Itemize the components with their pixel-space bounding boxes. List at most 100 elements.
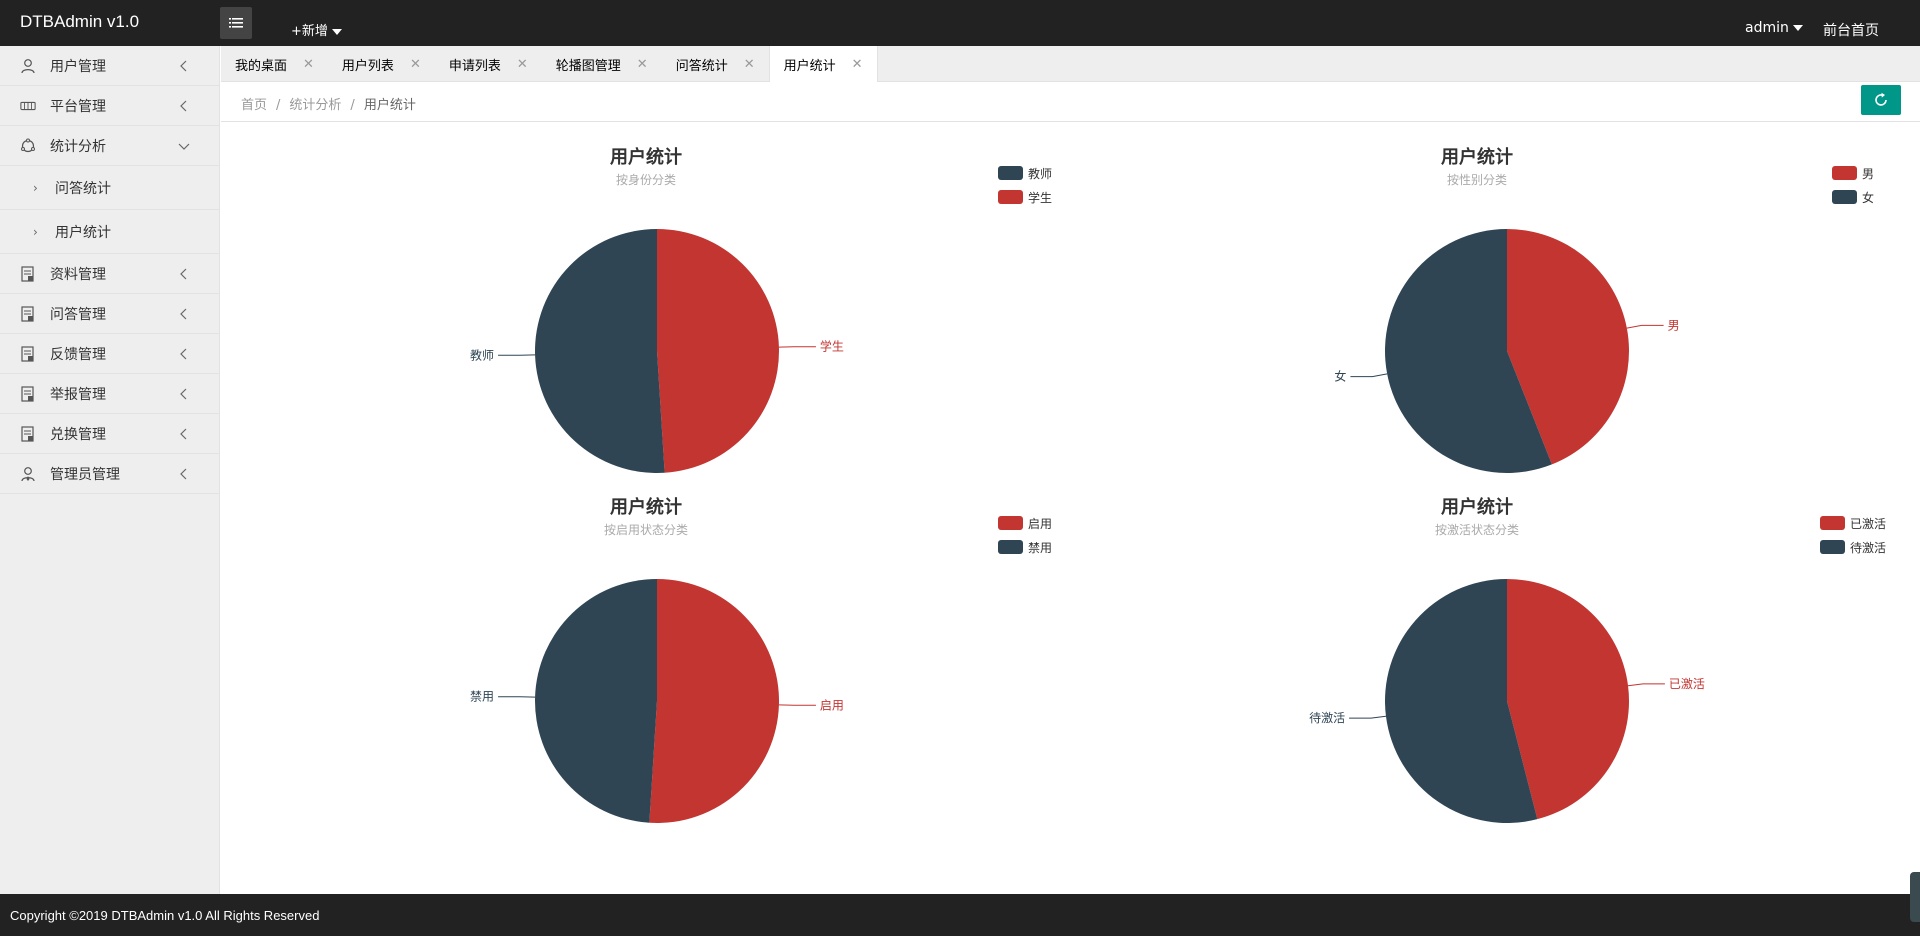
front-page-link[interactable]: 前台首页 [1823,20,1879,40]
sidebar-item-label: 管理员管理 [50,466,120,483]
sidebar-item-label: 兑换管理 [50,426,106,443]
sidebar-subitem-user-stats[interactable]: › 用户统计 [0,210,219,254]
sidebar-item-feedback-management[interactable]: 反馈管理 [0,334,219,374]
chevron-down-icon [178,143,190,150]
sidebar-item-label: 问答管理 [50,306,106,323]
slice-label: 待激活 [1309,711,1345,725]
breadcrumb-home[interactable]: 首页 [241,98,267,113]
add-new-dropdown[interactable]: +新增 [291,20,342,39]
doc-icon [20,425,36,442]
slice-label: 女 [1334,369,1346,384]
caret-down-icon [1792,25,1803,31]
sidebar: 用户管理 平台管理 统计分析 › 问答统计 › 用户统计 资料管理 问答管理 反… [0,46,220,894]
breadcrumb-bar: 首页 / 统计分析 / 用户统计 [221,82,1920,122]
slice-label: 男 [1668,318,1680,332]
chevron-left-icon [180,268,187,280]
tab-user-list[interactable]: 用户列表 ✕ [328,46,435,82]
app-logo: DTBAdmin v1.0 [20,12,140,31]
refresh-icon [1875,92,1887,106]
sidebar-item-material-management[interactable]: 资料管理 [0,254,219,294]
sidebar-item-platform-management[interactable]: 平台管理 [0,86,219,126]
sidebar-item-statistics[interactable]: 统计分析 [0,126,219,166]
breadcrumb-separator: / [350,98,355,113]
breadcrumb-separator: / [276,98,281,113]
doc-icon [20,385,36,402]
slice-label-line [1626,324,1664,329]
user-icon [20,58,36,74]
pie-chart-gender: 用户统计 按性别分类 男 女 男女 [1071,123,1920,473]
pie-plot: 已激活待激活 [1309,579,1705,823]
tab-user-stats[interactable]: 用户统计 ✕ [768,46,878,83]
chevron-left-icon [180,100,187,112]
close-icon[interactable]: ✕ [744,57,755,72]
chevron-left-icon [180,468,187,480]
pie-slice[interactable] [535,579,657,823]
doc-icon [20,345,36,362]
tab-label: 用户统计 [783,59,836,74]
close-icon[interactable]: ✕ [303,57,314,72]
pie-chart-enabled-status: 用户统计 按启用状态分类 启用 禁用 启用 禁用 [221,473,1071,823]
close-icon[interactable]: ✕ [852,57,863,72]
page-tabs: 我的桌面 ✕ 用户列表 ✕ 申请列表 ✕ 轮播图管理 ✕ 问答统计 ✕ 用户统计 ✕ [221,46,1920,83]
slice-label: 教师 [470,347,494,362]
chevron-left-icon [180,60,187,72]
sidebar-item-label: 平台管理 [50,98,106,115]
tab-label: 申请列表 [448,58,501,74]
pie-chart-identity: 用户统计 按身份分类 教师 学生 学生 教师 [221,123,1071,473]
admin-icon [20,466,36,482]
breadcrumb-section[interactable]: 统计分析 [289,98,341,113]
copyright-text: Copyright ©2019 DTBAdmin v1.0 All Rights… [10,907,320,923]
slice-label: 启用 [820,698,844,712]
sidebar-item-admin-management[interactable]: 管理员管理 [0,454,219,494]
tab-qa-stats[interactable]: 问答统计 ✕ [662,46,769,82]
slice-label: 已激活 [1669,677,1705,691]
main-content: 用户统计 按身份分类 教师 学生 学生 教师 用户统计 按性别分类 男 女 男女 … [221,123,1920,894]
pie-slice[interactable] [534,229,665,473]
sidebar-item-exchange-management[interactable]: 兑换管理 [0,414,219,454]
tab-label: 轮播图管理 [555,58,621,74]
slice-label: 禁用 [470,690,494,704]
slice-label-line [1349,715,1387,719]
close-icon[interactable]: ✕ [637,57,648,72]
refresh-button[interactable] [1861,85,1901,115]
tab-label: 问答统计 [675,58,728,74]
pie-plot: 启用 禁用 [470,579,844,823]
close-icon[interactable]: ✕ [517,57,528,72]
sidebar-item-user-management[interactable]: 用户管理 [0,46,219,86]
footer: Copyright ©2019 DTBAdmin v1.0 All Rights… [0,894,1920,936]
tab-label: 用户列表 [341,58,394,74]
sidebar-item-label: 举报管理 [50,386,106,403]
chevron-right-icon: › [33,180,38,195]
pie-slice[interactable] [649,579,780,823]
slice-label-line [1627,683,1665,687]
user-dropdown[interactable]: admin [1745,20,1803,36]
chevron-right-icon: › [33,224,38,239]
sidebar-item-label: 用户管理 [50,58,106,75]
close-icon[interactable]: ✕ [410,57,421,72]
slice-label: 学生 [820,339,844,354]
menu-toggle-button[interactable] [220,7,252,39]
scroll-handle[interactable] [1910,872,1920,922]
sidebar-item-qa-management[interactable]: 问答管理 [0,294,219,334]
stats-icon [20,138,36,154]
sidebar-item-label: 统计分析 [50,138,106,155]
pie-slice[interactable] [657,229,779,473]
tab-application-list[interactable]: 申请列表 ✕ [435,46,542,82]
tab-label: 我的桌面 [235,58,288,74]
tab-carousel-management[interactable]: 轮播图管理 ✕ [542,46,662,82]
platform-icon [20,98,36,114]
sidebar-subitem-label: 用户统计 [55,224,111,241]
breadcrumb-current: 用户统计 [363,98,416,113]
chevron-left-icon [180,388,187,400]
username-label: admin [1745,20,1789,36]
doc-icon [20,265,36,282]
sidebar-subitem-qa-stats[interactable]: › 问答统计 [0,166,219,210]
tab-my-desktop[interactable]: 我的桌面 ✕ [221,46,328,82]
caret-down-icon [331,28,342,35]
pie-plot: 学生教师 [470,229,844,473]
chevron-left-icon [180,348,187,360]
chevron-left-icon [180,428,187,440]
doc-icon [20,305,36,322]
sidebar-item-report-management[interactable]: 举报管理 [0,374,219,414]
sidebar-item-label: 反馈管理 [50,346,106,363]
